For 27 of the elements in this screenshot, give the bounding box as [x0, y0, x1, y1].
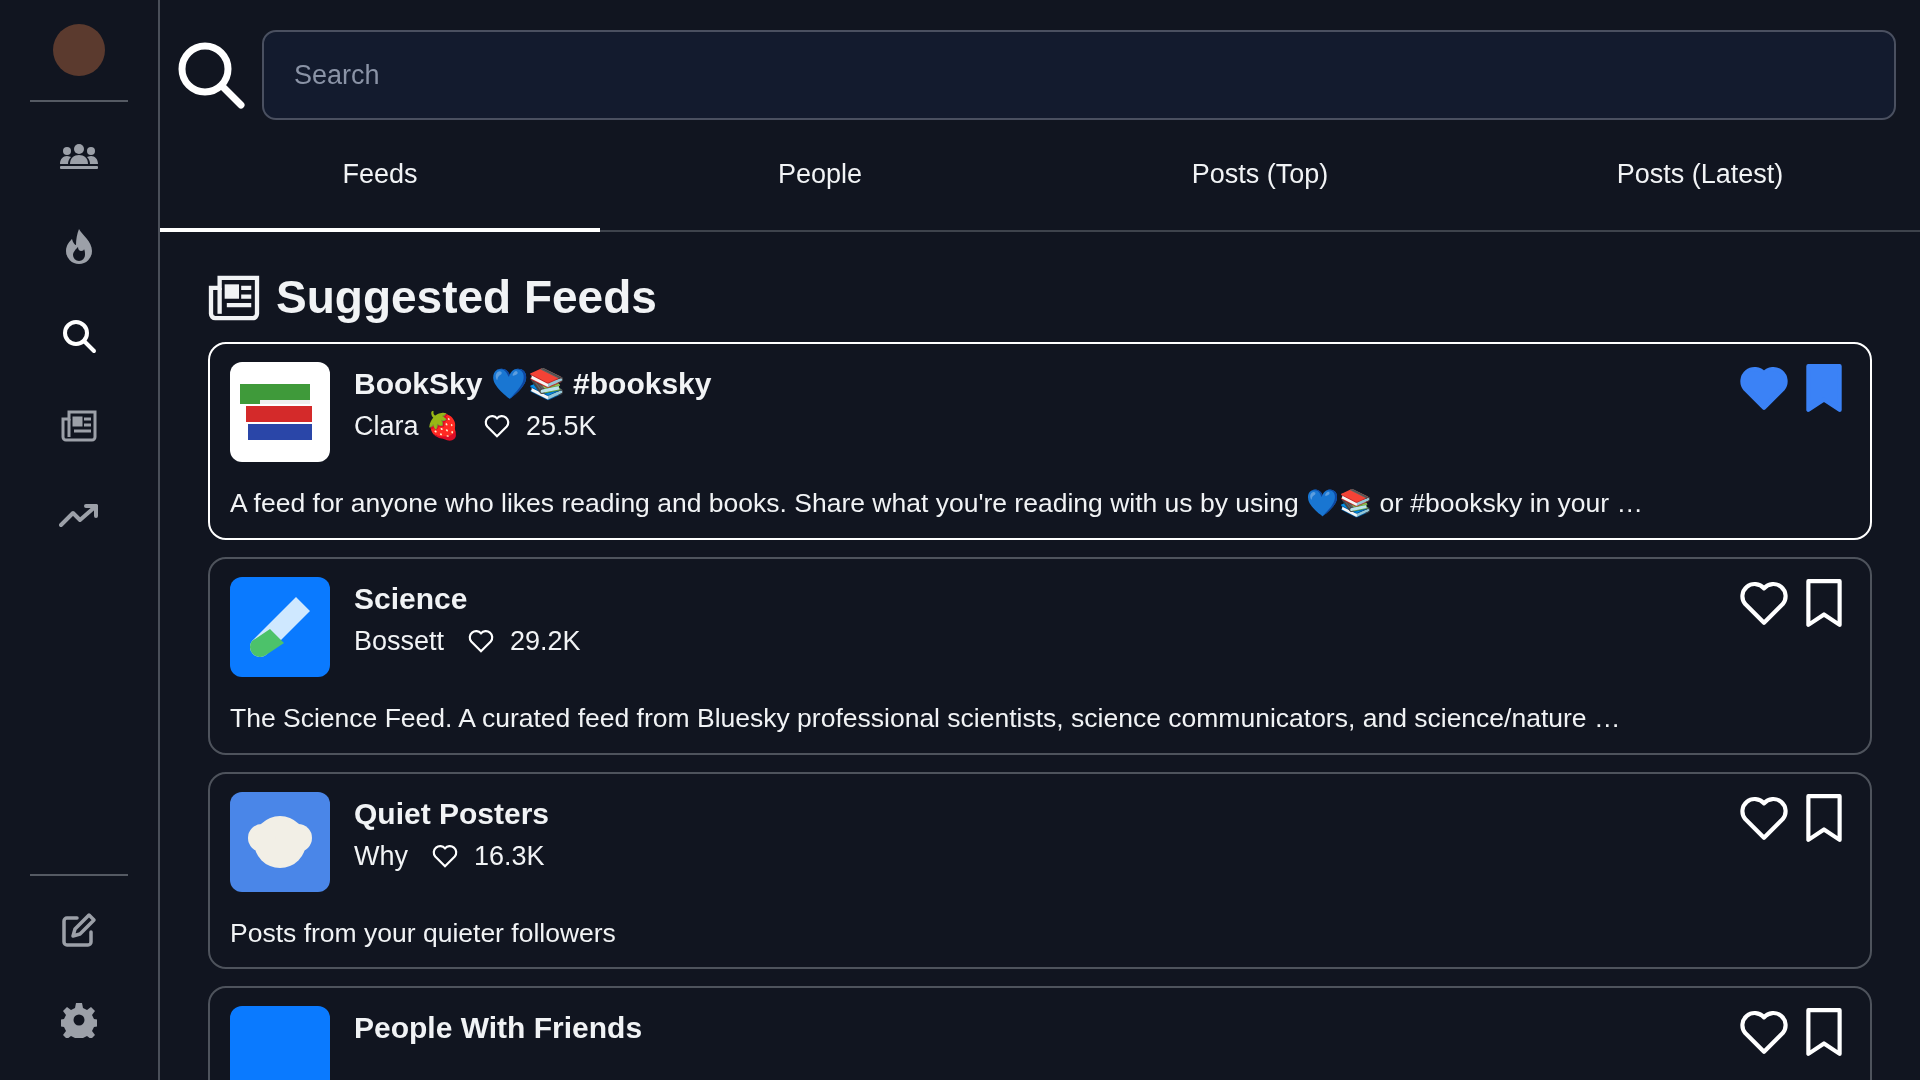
feed-author: Bossett: [354, 624, 445, 658]
tab[interactable]: Feeds: [160, 120, 600, 232]
feed-card[interactable]: People With Friends: [208, 986, 1872, 1080]
feed-author: Clara 🍓: [354, 410, 461, 444]
search-field[interactable]: Search: [262, 30, 1896, 120]
feed-description: The Science Feed. A curated feed from Bluesky professional scientists, science communicators, and science/nature …: [230, 701, 1622, 735]
feed-title: Quiet Posters: [354, 795, 551, 832]
like-count: 16.3K: [474, 839, 545, 873]
search-icon: [176, 40, 246, 110]
feed-title: People With Friends: [354, 1010, 644, 1047]
feed-title: Science: [354, 580, 469, 617]
tab[interactable]: Posts (Latest): [1480, 120, 1920, 232]
like-count: 25.5K: [526, 410, 597, 444]
tab[interactable]: Posts (Top): [1040, 120, 1480, 232]
heart-icon: [432, 843, 458, 868]
section-heading: Suggested Feeds: [276, 270, 657, 325]
heart-icon: [468, 629, 495, 654]
heart-icon: [484, 414, 511, 439]
tab[interactable]: People: [600, 120, 1040, 232]
feed-card[interactable]: Science Bossett 29.2K The Science Feed. A curated feed from Bluesky professional scientists, science communicators, and science/nature …: [208, 556, 1872, 755]
feed-description: A feed for anyone who likes reading and books. Share what you're reading with us by using 💙📚 or #booksky in your …: [230, 487, 1645, 521]
feed-card[interactable]: Quiet Posters Why 16.3K Posts from your quieter followers: [208, 771, 1872, 970]
feed-author: Why: [354, 839, 408, 873]
like-count: 29.2K: [510, 624, 581, 658]
feed-description: Posts from your quieter followers: [230, 916, 617, 950]
feed-title: BookSky 💙📚 #booksky: [354, 366, 713, 403]
newspaper-icon: [208, 274, 260, 321]
